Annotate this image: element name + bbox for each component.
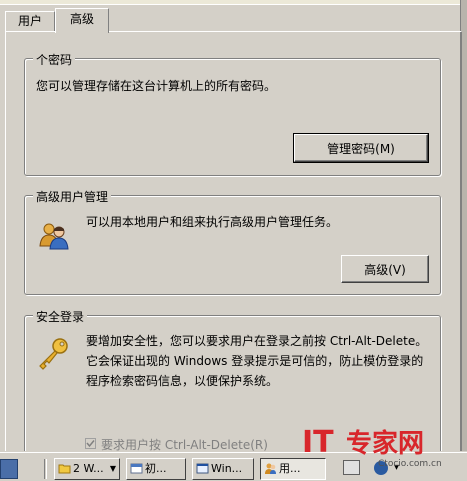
chevron-down-icon: ▼ [109, 464, 116, 473]
watermark-site: Ctocio.com.cn [378, 459, 442, 469]
require-ctrl-alt-del-label: 要求用户按 Ctrl-Alt-Delete(R) [101, 438, 268, 452]
taskbar-item-window[interactable]: Win... [192, 458, 254, 480]
key-icon [39, 338, 68, 370]
taskbar-item-label: 用... [279, 462, 301, 475]
taskbar-item-setup[interactable]: 初... [126, 458, 186, 480]
secure-logon-group-title: 安全登录 [33, 308, 88, 325]
secure-logon-line1: 要增加安全性，您可以要求用户在登录之前按 Ctrl-Alt-Delete。 [86, 334, 428, 348]
tab-users[interactable]: 用户 [5, 11, 55, 31]
taskbar-item-label: Win... [211, 462, 243, 475]
watermark-brand-it: IT [302, 425, 334, 460]
passwords-description: 您可以管理存储在这台计算机上的所有密码。 [36, 79, 277, 93]
it-expert-watermark: IT 专家网 Ctocio.com.cn [302, 425, 442, 469]
tab-advanced[interactable]: 高级 [55, 8, 109, 33]
watermark-brand-cn: 专家网 [346, 428, 424, 459]
require-ctrl-alt-del-checkbox[interactable] [85, 438, 96, 449]
taskbar-item-label: 2 W... [73, 462, 104, 475]
users-icon [265, 463, 276, 474]
setup-icon [130, 463, 143, 474]
window-top-edge [0, 0, 467, 5]
taskbar-item-explorer[interactable]: 2 W... ▼ [54, 458, 120, 480]
passwords-group-title: 个密码 [33, 51, 76, 68]
folder-icon [58, 464, 71, 474]
users-group-icon [39, 223, 69, 250]
advanced-user-group-title: 高级用户管理 [33, 188, 112, 205]
secure-logon-line2: 它会保证出现的 Windows 登录提示是可信的，防止模仿登录的 [86, 354, 424, 368]
advanced-button[interactable]: 高级(V) [341, 255, 429, 283]
secure-logon-line3: 程序检索密码信息，以便保护系统。 [86, 374, 279, 388]
window-icon [196, 463, 209, 474]
checkmark-icon [86, 440, 95, 448]
desktop-icon[interactable] [0, 459, 18, 479]
taskbar-item-label: 初... [145, 462, 167, 475]
manage-passwords-button[interactable]: 管理密码(M) [293, 133, 429, 163]
advanced-user-description: 可以用本地用户和组来执行高级用户管理任务。 [86, 215, 339, 229]
taskbar-separator [44, 459, 47, 479]
